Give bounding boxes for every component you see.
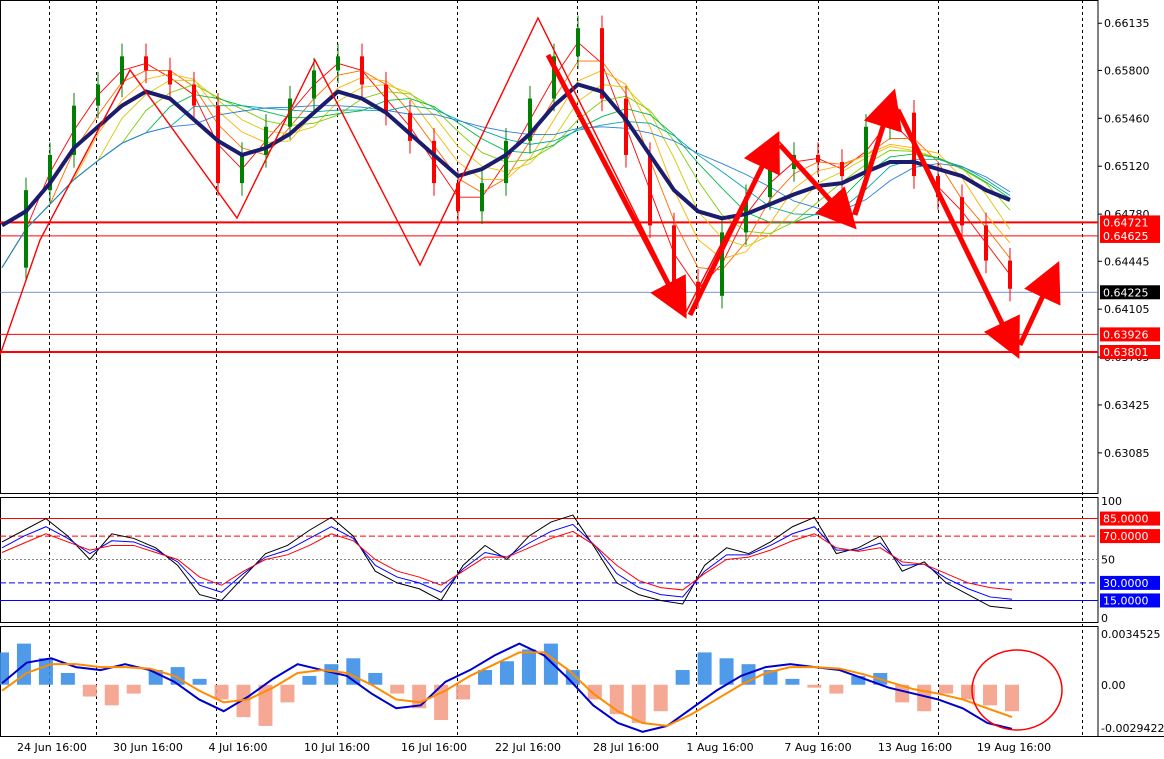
x-tick-label: 19 Aug 16:00 bbox=[977, 741, 1051, 754]
macd-histogram-bar bbox=[104, 684, 119, 706]
macd-histogram-bar bbox=[82, 684, 97, 697]
stoch-line bbox=[1, 530, 1013, 591]
y-tick-label: 0.65460 bbox=[1104, 112, 1150, 125]
macd-histogram-bar bbox=[785, 678, 800, 685]
macd-histogram-bar bbox=[829, 684, 844, 694]
macd-histogram-bar bbox=[478, 670, 493, 685]
chart-root: 24 Jun 16:00 30 Jun 16:00 4 Jul 16:00 10 Ju… bbox=[0, 0, 1164, 755]
y-tick-label: 0.64445 bbox=[1104, 255, 1150, 268]
candle-body bbox=[360, 56, 364, 85]
macd-histogram-bar bbox=[939, 684, 954, 694]
macd-histogram-bar bbox=[631, 684, 646, 723]
macd-line bbox=[1, 642, 1013, 733]
candle-body bbox=[840, 161, 844, 177]
macd-histogram-bar bbox=[390, 684, 405, 694]
price-tag-label: 0.64721 bbox=[1103, 216, 1149, 229]
x-tick-label: 4 Jul 16:00 bbox=[209, 741, 268, 754]
red-arrow bbox=[1017, 260, 1061, 347]
y-tick-label: 0.64105 bbox=[1104, 303, 1150, 316]
macd-histogram-bar bbox=[324, 664, 339, 685]
macd-histogram-bar bbox=[807, 684, 822, 688]
candle-body bbox=[432, 140, 436, 184]
macd-histogram-bar bbox=[521, 649, 536, 685]
y-tick-label: 0.66135 bbox=[1104, 17, 1150, 30]
candle-body bbox=[672, 225, 676, 282]
stoch-level-tag-label: 30.0000 bbox=[1103, 577, 1149, 590]
candle-body bbox=[216, 105, 220, 184]
macd-histogram-bar bbox=[38, 658, 53, 685]
candle-body bbox=[120, 56, 124, 85]
candle-body bbox=[384, 84, 388, 113]
macd-histogram-bar bbox=[192, 678, 207, 685]
candle-body bbox=[168, 70, 172, 85]
price-tag-label: 0.63801 bbox=[1103, 346, 1149, 359]
candle-body bbox=[144, 56, 148, 71]
red-arrow bbox=[852, 88, 903, 216]
price-tag-label: 0.64625 bbox=[1103, 230, 1149, 243]
candle-body bbox=[336, 56, 340, 71]
candle-body bbox=[624, 98, 628, 155]
macd-histogram-bar bbox=[1005, 684, 1019, 712]
red-arrow bbox=[687, 131, 780, 317]
macd-histogram-bar bbox=[543, 643, 558, 685]
x-tick-label: 24 Jun 16:00 bbox=[17, 741, 87, 754]
macd-histogram-bar bbox=[214, 684, 229, 700]
x-tick-label: 1 Aug 16:00 bbox=[686, 741, 753, 754]
stoch-line bbox=[1, 514, 1013, 610]
macd-histogram-bar bbox=[653, 684, 668, 712]
x-tick-label: 10 Jul 16:00 bbox=[304, 741, 370, 754]
candle-body bbox=[600, 28, 604, 99]
price-tag-label: 0.63926 bbox=[1103, 328, 1149, 341]
macd-histogram-bar bbox=[500, 661, 514, 685]
candle-body bbox=[264, 126, 268, 155]
candle-body bbox=[984, 225, 988, 261]
candle-body bbox=[960, 197, 964, 226]
candle-body bbox=[1008, 260, 1012, 289]
candle-body bbox=[816, 154, 820, 162]
macd-y-label: -0.0029422 bbox=[1101, 722, 1164, 735]
chart-svg: 24 Jun 16:00 30 Jun 16:00 4 Jul 16:00 10 Ju… bbox=[0, 0, 1164, 754]
x-tick-label: 22 Jul 16:00 bbox=[495, 741, 561, 754]
stoch-level-tag-label: 85.0000 bbox=[1103, 513, 1149, 526]
candle-body bbox=[312, 70, 316, 99]
macd-histogram-bar bbox=[675, 670, 690, 685]
macd-histogram-bar bbox=[126, 684, 141, 694]
candle-body bbox=[768, 169, 772, 198]
red-arrow bbox=[895, 108, 1020, 359]
red-arrow bbox=[545, 53, 687, 319]
macd-y-label: 0.00 bbox=[1101, 679, 1126, 692]
x-tick-label: 7 Aug 16:00 bbox=[784, 741, 851, 754]
candle-body bbox=[240, 154, 244, 184]
x-tick-label: 13 Aug 16:00 bbox=[878, 741, 952, 754]
x-tick-label: 28 Jul 16:00 bbox=[593, 741, 659, 754]
macd-y-label: 0.0034525 bbox=[1101, 628, 1161, 641]
candle-body bbox=[648, 154, 652, 226]
macd-histogram-bar bbox=[302, 675, 317, 685]
macd-histogram-bar bbox=[60, 672, 75, 685]
stoch-level-tag-label: 15.0000 bbox=[1103, 594, 1149, 607]
macd-histogram-bar bbox=[456, 684, 471, 700]
x-tick-label: 16 Jul 16:00 bbox=[401, 741, 467, 754]
candle-body bbox=[24, 190, 28, 268]
macd-histogram-bar bbox=[983, 684, 998, 706]
stoch-y-label: 0 bbox=[1101, 612, 1108, 625]
candle-body bbox=[192, 84, 196, 106]
stoch-y-label: 100 bbox=[1101, 495, 1122, 508]
candle-body bbox=[96, 84, 100, 106]
y-tick-label: 0.63085 bbox=[1104, 447, 1150, 460]
y-tick-label: 0.65120 bbox=[1104, 160, 1150, 173]
y-tick-label: 0.63425 bbox=[1104, 399, 1150, 412]
stoch-y-label: 50 bbox=[1101, 554, 1115, 567]
y-tick-label: 0.65800 bbox=[1104, 64, 1150, 77]
price-tag-label: 0.64225 bbox=[1103, 286, 1149, 299]
candle-body bbox=[480, 183, 484, 212]
macd-histogram-bar bbox=[368, 672, 383, 685]
candle-body bbox=[504, 140, 508, 184]
x-tick-label: 30 Jun 16:00 bbox=[113, 741, 183, 754]
macd-histogram-bar bbox=[280, 684, 295, 703]
stoch-level-tag-label: 70.0000 bbox=[1103, 530, 1149, 543]
macd-histogram-bar bbox=[697, 652, 712, 685]
candle-body bbox=[576, 28, 580, 57]
